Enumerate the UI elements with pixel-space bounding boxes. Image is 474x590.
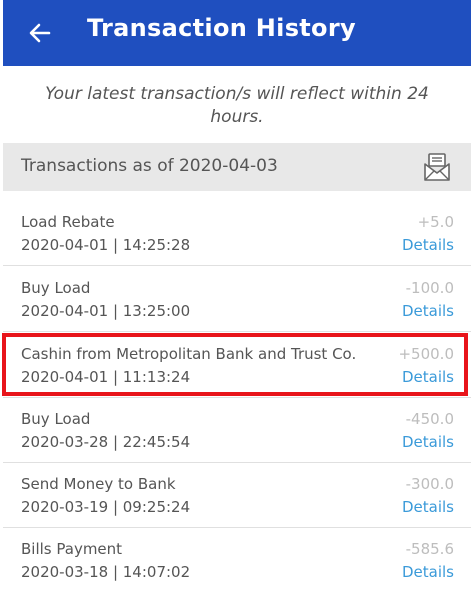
transaction-row[interactable]: Buy Load 2020-04-01 | 13:25:00 -100.0 De… bbox=[3, 267, 471, 332]
details-link[interactable]: Details bbox=[402, 302, 454, 320]
page-title: Transaction History bbox=[87, 14, 356, 42]
export-mail-icon bbox=[424, 153, 450, 181]
transaction-amount: +500.0 bbox=[398, 345, 454, 363]
transaction-description: Bills Payment bbox=[21, 540, 123, 558]
transaction-description: Load Rebate bbox=[21, 213, 115, 231]
as-of-bar: Transactions as of 2020-04-03 bbox=[3, 143, 471, 191]
transaction-description: Cashin from Metropolitan Bank and Trust … bbox=[21, 345, 357, 363]
transaction-row[interactable]: Cashin from Metropolitan Bank and Trust … bbox=[3, 333, 471, 398]
back-button[interactable] bbox=[25, 18, 55, 48]
details-link[interactable]: Details bbox=[402, 236, 454, 254]
transaction-datetime: 2020-03-18 | 14:07:02 bbox=[21, 563, 191, 581]
as-of-label: Transactions as of 2020-04-03 bbox=[21, 156, 278, 176]
reflection-notice: Your latest transaction/s will reflect w… bbox=[45, 84, 429, 127]
transaction-amount: -100.0 bbox=[405, 279, 454, 297]
transaction-datetime: 2020-04-01 | 14:25:28 bbox=[21, 236, 191, 254]
transaction-datetime: 2020-04-01 | 11:13:24 bbox=[21, 368, 191, 386]
transaction-row[interactable]: Buy Load 2020-03-28 | 22:45:54 -450.0 De… bbox=[3, 398, 471, 463]
transaction-row[interactable]: Bills Payment 2020-03-18 | 14:07:02 -585… bbox=[3, 528, 471, 590]
details-link[interactable]: Details bbox=[402, 498, 454, 516]
transaction-amount: -450.0 bbox=[405, 410, 454, 428]
transaction-history-screen: Transaction History Your latest transact… bbox=[0, 0, 474, 590]
app-header: Transaction History bbox=[3, 0, 471, 66]
transaction-description: Buy Load bbox=[21, 410, 91, 428]
transaction-amount: -300.0 bbox=[405, 475, 454, 493]
transaction-row[interactable]: Load Rebate 2020-04-01 | 14:25:28 +5.0 D… bbox=[3, 201, 471, 266]
transaction-description: Send Money to Bank bbox=[21, 475, 176, 493]
details-link[interactable]: Details bbox=[402, 368, 454, 386]
back-arrow-icon bbox=[29, 23, 51, 43]
transaction-datetime: 2020-03-28 | 22:45:54 bbox=[21, 433, 191, 451]
transaction-amount: +5.0 bbox=[417, 213, 454, 231]
transaction-amount: -585.6 bbox=[405, 540, 454, 558]
transaction-row[interactable]: Send Money to Bank 2020-03-19 | 09:25:24… bbox=[3, 463, 471, 528]
transaction-datetime: 2020-03-19 | 09:25:24 bbox=[21, 498, 191, 516]
details-link[interactable]: Details bbox=[402, 563, 454, 581]
export-button[interactable] bbox=[423, 152, 451, 182]
transaction-description: Buy Load bbox=[21, 279, 91, 297]
details-link[interactable]: Details bbox=[402, 433, 454, 451]
transaction-datetime: 2020-04-01 | 13:25:00 bbox=[21, 302, 191, 320]
